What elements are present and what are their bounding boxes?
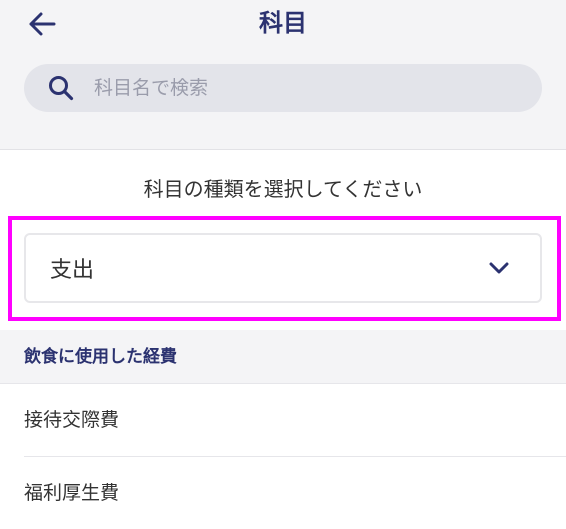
- search-icon: [48, 75, 74, 101]
- account-type-value: 支出: [50, 258, 95, 283]
- search-input[interactable]: [94, 77, 494, 99]
- account-type-select[interactable]: 支出: [24, 233, 542, 303]
- account-type-prompt: 科目の種類を選択してください: [143, 177, 423, 201]
- page-title: 科目: [259, 9, 307, 37]
- list-item-entertainment[interactable]: 接待交際費: [0, 384, 566, 456]
- section-header: 飲食に使用した経費: [0, 330, 566, 384]
- list-item-welfare[interactable]: 福利厚生費: [0, 457, 566, 529]
- divider: [0, 149, 566, 150]
- search-bar[interactable]: [24, 64, 542, 112]
- chevron-down-icon: [488, 261, 510, 275]
